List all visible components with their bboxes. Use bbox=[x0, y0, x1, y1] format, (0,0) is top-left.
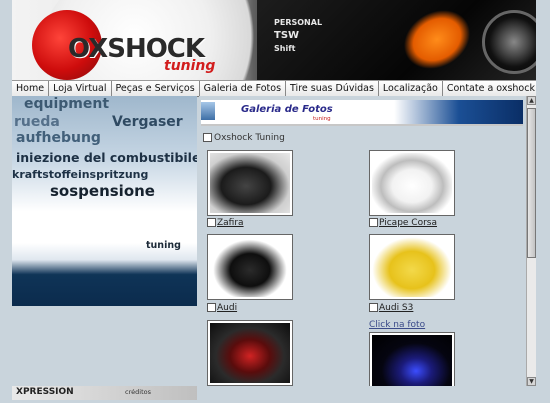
gallery-thumb-zafira[interactable] bbox=[207, 150, 293, 216]
image-icon bbox=[207, 218, 216, 227]
header-banner: OXSHOCK tuning PERSONAL TSW Shift bbox=[12, 0, 536, 80]
scroll-up-icon[interactable]: ▲ bbox=[527, 96, 536, 105]
collage-word: equipment bbox=[24, 96, 110, 112]
logo-subtitle: tuning bbox=[164, 58, 216, 74]
gallery-caption-audi[interactable]: Audi bbox=[207, 303, 237, 313]
credits-link[interactable]: créditos bbox=[125, 388, 151, 396]
collage-word: rueda bbox=[14, 114, 60, 130]
gallery-thumb-picape-corsa[interactable] bbox=[369, 150, 455, 216]
breadcrumb[interactable]: Oxshock Tuning bbox=[203, 133, 285, 143]
caption-text: Zafira bbox=[217, 218, 244, 228]
scrollbar-thumb[interactable] bbox=[527, 108, 536, 258]
gallery-title: Galeria de Fotos bbox=[241, 104, 333, 115]
car-photo bbox=[210, 323, 290, 383]
gallery-thumb-interior[interactable] bbox=[207, 320, 293, 386]
collage-word: Vergaser bbox=[112, 114, 183, 130]
car-photo bbox=[210, 153, 290, 213]
camera-icon bbox=[201, 102, 215, 120]
collage-word: iniezione del combustibile bbox=[16, 150, 197, 165]
gallery-scrollbar[interactable]: ▲ ▼ bbox=[526, 96, 536, 386]
scroll-down-icon[interactable]: ▼ bbox=[527, 377, 536, 386]
sticker-shift: Shift bbox=[274, 44, 296, 53]
car-photo bbox=[372, 153, 452, 213]
gallery-title-bar: Galeria de Fotos tuning bbox=[201, 100, 523, 126]
main-nav: Home Loja Virtual Peças e Serviços Galer… bbox=[12, 80, 536, 97]
car-photo bbox=[372, 237, 452, 297]
click-photo-link[interactable]: Click na foto bbox=[369, 320, 425, 330]
folder-icon bbox=[203, 133, 212, 142]
image-icon bbox=[369, 218, 378, 227]
caption-text: Audi bbox=[217, 303, 238, 313]
caption-text: Picape Corsa bbox=[379, 218, 437, 228]
gallery-thumb-night[interactable] bbox=[369, 332, 455, 386]
car-photo bbox=[372, 335, 452, 386]
collage-word: kraftstoffeinspritzung bbox=[12, 168, 149, 181]
sticker-personal: PERSONAL bbox=[274, 18, 323, 27]
footer-credits: XPRESSION créditos bbox=[12, 386, 197, 400]
gallery-subtitle: tuning bbox=[313, 116, 331, 122]
caption-text: Audi S3 bbox=[379, 303, 414, 313]
nav-galeria-fotos[interactable]: Galeria de Fotos bbox=[200, 81, 287, 96]
collage-word: tuning bbox=[146, 240, 181, 251]
collage-word: sospensione bbox=[50, 182, 155, 200]
collage-word: aufhebung bbox=[16, 130, 101, 146]
nav-home[interactable]: Home bbox=[12, 81, 50, 96]
gallery-caption-audi-s3[interactable]: Audi S3 bbox=[369, 303, 413, 313]
left-word-collage: equipment rueda Vergaser aufhebung iniez… bbox=[12, 96, 197, 306]
sticker-tsw: TSW bbox=[274, 30, 300, 41]
nav-tire-duvidas[interactable]: Tire suas Dúvidas bbox=[286, 81, 379, 96]
image-icon bbox=[207, 303, 216, 312]
gallery-thumb-audi[interactable] bbox=[207, 234, 293, 300]
gallery-caption-zafira[interactable]: Zafira bbox=[207, 218, 244, 228]
gallery-panel: Galeria de Fotos tuning Oxshock Tuning Z… bbox=[199, 96, 536, 386]
image-icon bbox=[369, 303, 378, 312]
left-empty-area bbox=[12, 306, 197, 386]
nav-loja-virtual[interactable]: Loja Virtual bbox=[49, 81, 112, 96]
xpression-logo: XPRESSION bbox=[16, 387, 74, 397]
gallery-caption-picape-corsa[interactable]: Picape Corsa bbox=[369, 218, 437, 228]
nav-pecas-servicos[interactable]: Peças e Serviços bbox=[112, 81, 200, 96]
nav-localizacao[interactable]: Localização bbox=[379, 81, 443, 96]
car-photo bbox=[210, 237, 290, 297]
nav-contate[interactable]: Contate a oxshock bbox=[443, 81, 539, 96]
breadcrumb-label: Oxshock Tuning bbox=[214, 133, 285, 143]
gallery-thumb-audi-s3[interactable] bbox=[369, 234, 455, 300]
